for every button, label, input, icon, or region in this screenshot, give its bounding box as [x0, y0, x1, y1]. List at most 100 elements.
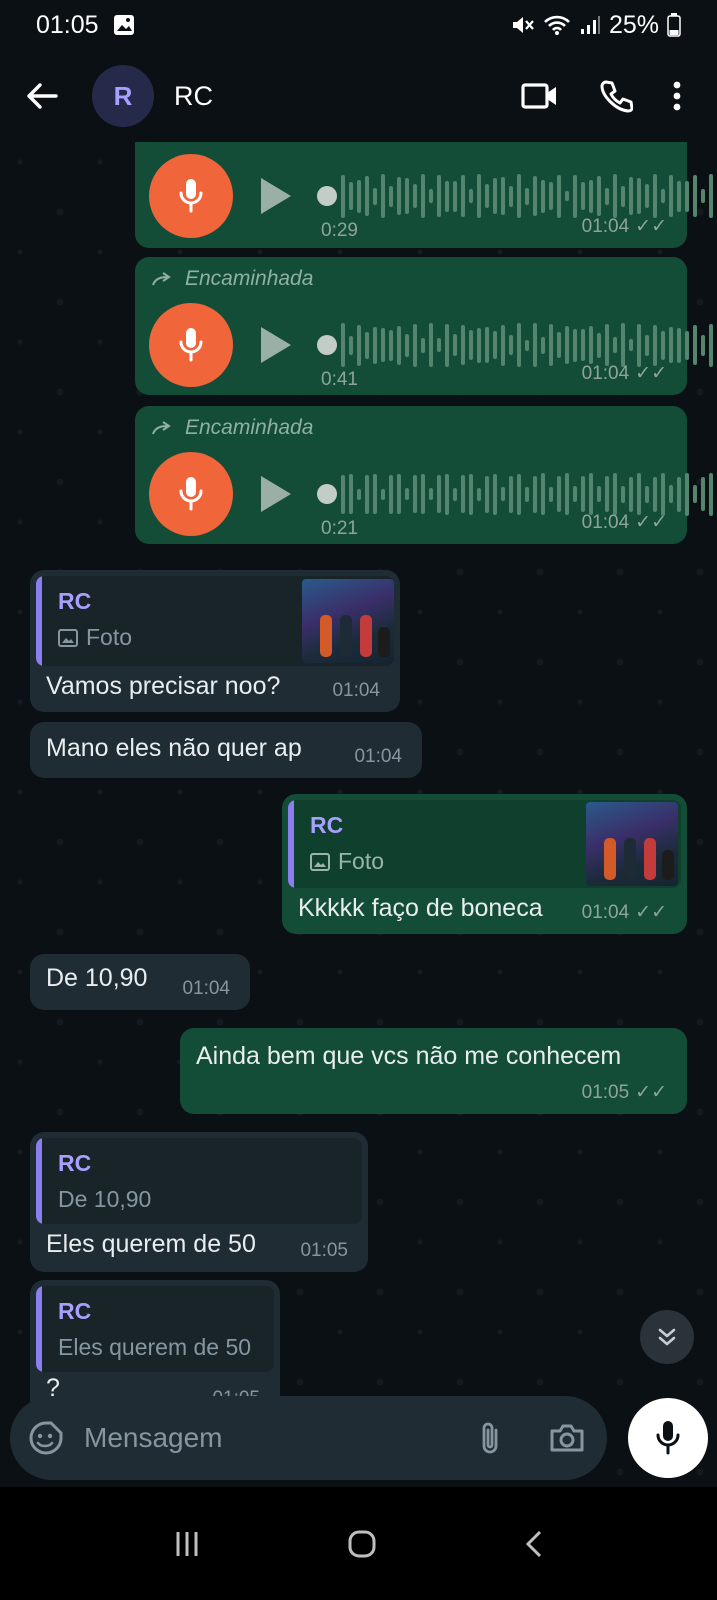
waveform-bar: [669, 327, 673, 363]
waveform-bar: [445, 473, 449, 515]
waveform-bar: [405, 178, 409, 214]
battery-percent: 25%: [608, 10, 659, 39]
sticker-icon[interactable]: [28, 1420, 64, 1456]
waveform-bar: [429, 189, 433, 203]
waveform-bar: [573, 486, 577, 502]
waveform-bar: [701, 477, 705, 511]
recent-apps-icon[interactable]: [173, 1530, 201, 1558]
voice-message[interactable]: Encaminhada 0:21 01:04 ✓✓: [135, 406, 713, 544]
back-arrow-icon: [27, 83, 58, 109]
playback-dot[interactable]: [317, 186, 337, 206]
waveform-bar: [365, 331, 369, 359]
waveform-bar: [533, 176, 537, 216]
incoming-message[interactable]: Mano eles não quer ap 01:04: [30, 722, 422, 778]
waveform-bar: [709, 323, 713, 367]
phone-icon[interactable]: [599, 79, 633, 113]
waveform-bar: [637, 178, 641, 214]
waveform-bar: [629, 476, 633, 512]
waveform-bar: [661, 472, 665, 516]
incoming-reply-message[interactable]: RC De 10,90 Eles querem de 50 01:05: [30, 1132, 368, 1272]
quoted-message[interactable]: RC Foto: [288, 800, 681, 888]
battery-icon: [667, 13, 681, 37]
waveform-bar: [437, 175, 441, 217]
waveform-bar: [341, 174, 345, 218]
waveform-bar: [413, 323, 417, 367]
message-text: De 10,90: [46, 964, 148, 992]
wifi-icon: [544, 15, 570, 35]
voice-message[interactable]: 0:29 01:04 ✓✓: [135, 142, 713, 248]
scroll-to-bottom-button[interactable]: [640, 1310, 694, 1364]
play-button[interactable]: [261, 327, 291, 363]
waveform-bar: [509, 185, 513, 207]
quote-accent-bar: [36, 576, 42, 666]
waveform-bar: [645, 184, 649, 208]
system-navigation-bar: [0, 1487, 717, 1600]
quoted-message[interactable]: RC Foto: [36, 576, 394, 666]
message-text: Mano eles não quer ap: [46, 734, 302, 762]
status-bar: 01:05 25%: [0, 0, 717, 50]
message-input[interactable]: Mensagem: [84, 1422, 223, 1454]
waveform-bar: [485, 475, 489, 513]
message-text: Eles querem de 50: [46, 1230, 256, 1258]
home-icon[interactable]: [347, 1529, 377, 1559]
waveform-bar: [565, 191, 569, 201]
video-call-icon[interactable]: [521, 82, 559, 110]
play-button[interactable]: [261, 476, 291, 512]
record-voice-button[interactable]: [628, 1398, 708, 1478]
chat-area[interactable]: 0:29 01:04 ✓✓ Encaminhada 0:41 01:04 ✓✓ En…: [0, 142, 717, 1515]
waveform-bar: [341, 323, 345, 367]
waveform-bar: [365, 176, 369, 216]
waveform-bar: [509, 475, 513, 513]
quoted-message[interactable]: RC De 10,90: [36, 1138, 362, 1224]
incoming-reply-message[interactable]: RC Foto Vamos precisar noo? 01:04: [30, 570, 400, 712]
message-composer[interactable]: Mensagem: [10, 1396, 607, 1480]
waveform-bar: [605, 324, 609, 366]
quote-text: Eles querem de 50: [58, 1334, 252, 1360]
waveform-bar: [405, 488, 409, 500]
waveform-bar: [557, 332, 561, 358]
quote-text: Foto: [310, 848, 384, 875]
message-time: 01:04 ✓✓: [581, 362, 667, 385]
waveform-bar: [493, 473, 497, 515]
play-button[interactable]: [261, 178, 291, 214]
voice-duration: 0:29: [321, 220, 358, 241]
waveform-bar: [597, 486, 601, 502]
read-ticks-icon: ✓✓: [635, 902, 667, 923]
attach-icon[interactable]: [479, 1420, 501, 1456]
waveform[interactable]: [341, 172, 717, 220]
photo-thumbnail: [302, 579, 394, 663]
mic-icon: [179, 477, 203, 511]
message-text: Kkkkk faço de boneca: [298, 894, 543, 922]
mic-icon: [179, 328, 203, 362]
playback-dot[interactable]: [317, 335, 337, 355]
image-icon: [113, 15, 134, 35]
waveform-bar: [501, 487, 505, 501]
waveform-bar: [477, 327, 481, 363]
camera-icon[interactable]: [549, 1423, 585, 1453]
waveform-bar: [533, 475, 537, 513]
playback-dot[interactable]: [317, 484, 337, 504]
voice-message[interactable]: Encaminhada 0:41 01:04 ✓✓: [135, 257, 713, 395]
waveform-bar: [709, 472, 713, 516]
waveform-bar: [509, 335, 513, 355]
waveform-bar: [493, 331, 497, 359]
waveform-bar: [429, 488, 433, 500]
contact-avatar[interactable]: R: [92, 65, 154, 127]
waveform-bar: [693, 325, 697, 365]
waveform-bar: [469, 330, 473, 360]
read-ticks-icon: ✓✓: [635, 1082, 667, 1103]
incoming-message[interactable]: De 10,90 01:04: [30, 954, 250, 1010]
voice-avatar: [149, 154, 233, 238]
more-options-icon[interactable]: [673, 81, 681, 111]
waveform-bar: [581, 182, 585, 210]
contact-name[interactable]: RC: [174, 81, 213, 112]
outgoing-reply-message[interactable]: RC Foto Kkkkk faço de boneca 01:04 ✓✓: [282, 794, 687, 934]
waveform-bar: [637, 323, 641, 367]
waveform-bar: [357, 324, 361, 366]
waveform-bar: [677, 476, 681, 512]
waveform-bar: [629, 339, 633, 351]
nav-back-icon[interactable]: [524, 1529, 544, 1559]
outgoing-message[interactable]: Ainda bem que vcs não me conhecem 01:05 ✓…: [180, 1028, 687, 1114]
quoted-message[interactable]: RC Eles querem de 50: [36, 1286, 274, 1372]
back-button[interactable]: [22, 76, 62, 116]
